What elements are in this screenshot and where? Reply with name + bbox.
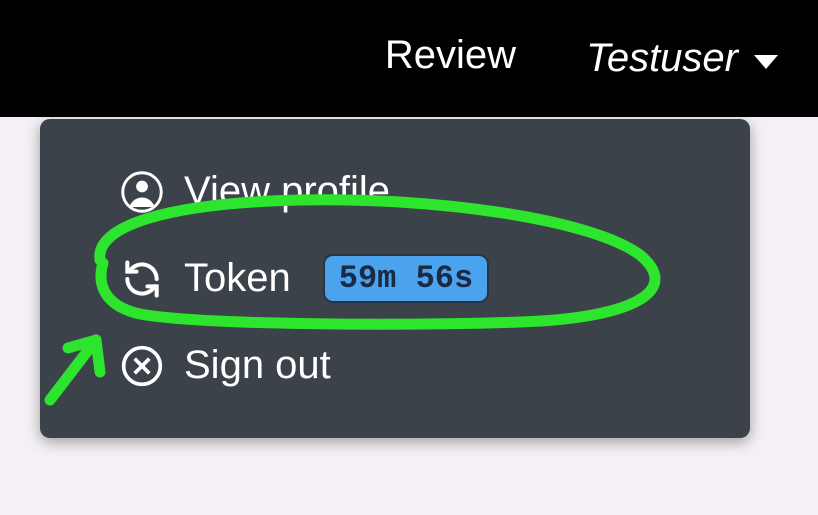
top-navbar: Review Testuser xyxy=(0,0,818,117)
refresh-icon xyxy=(120,257,164,301)
view-profile-menu-item[interactable]: View profile xyxy=(100,149,710,234)
user-dropdown-menu: View profile Token 59m 56s Sign out xyxy=(40,119,750,438)
token-label: Token xyxy=(184,256,291,301)
token-countdown-badge: 59m 56s xyxy=(323,254,489,303)
username-label: Testuser xyxy=(586,36,738,81)
caret-down-icon xyxy=(754,55,778,69)
nav-review-link[interactable]: Review xyxy=(385,33,516,84)
view-profile-label: View profile xyxy=(184,169,390,214)
sign-out-label: Sign out xyxy=(184,343,331,388)
close-circle-icon xyxy=(120,344,164,388)
user-circle-icon xyxy=(120,170,164,214)
sign-out-menu-item[interactable]: Sign out xyxy=(100,323,710,408)
user-menu-toggle[interactable]: Testuser xyxy=(586,36,778,81)
token-menu-item[interactable]: Token 59m 56s xyxy=(100,234,710,323)
